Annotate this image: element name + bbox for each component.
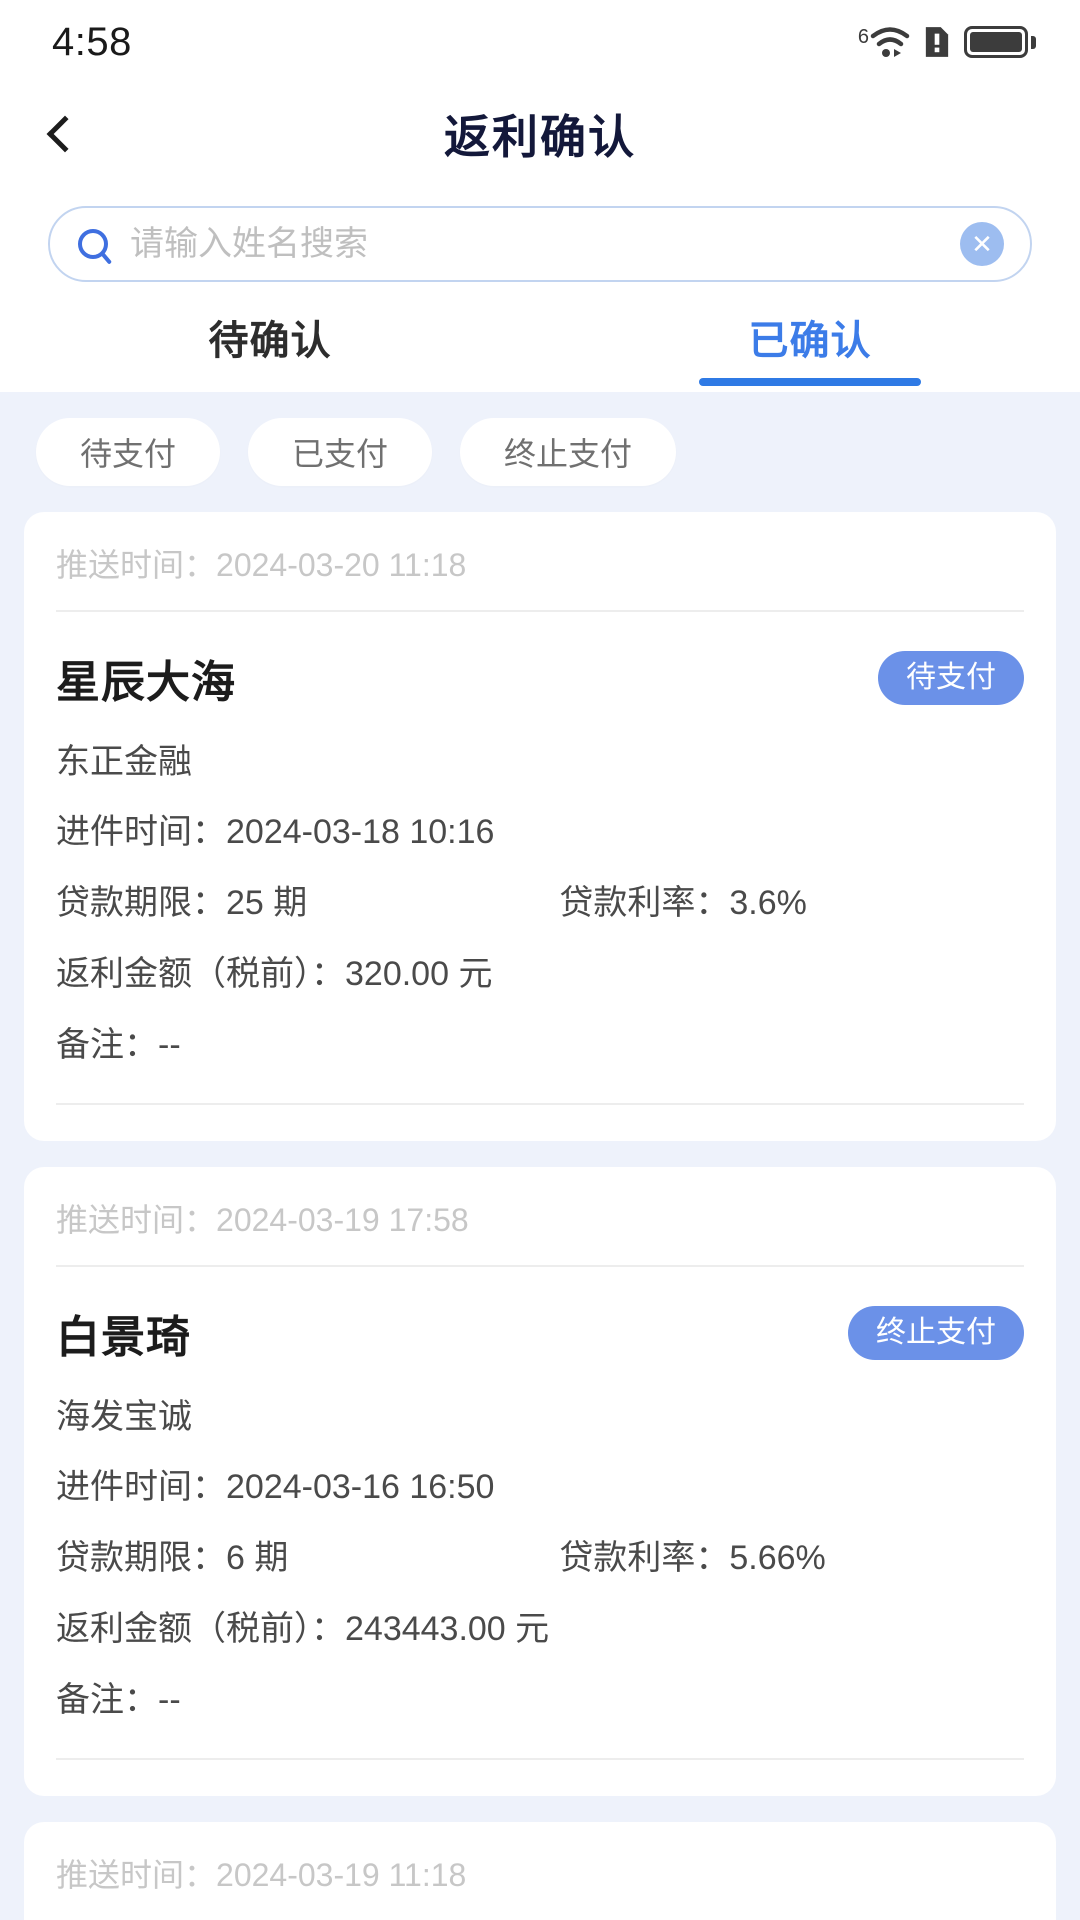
filter-chip-terminated-pay[interactable]: 终止支付 (460, 418, 677, 486)
loan-rate-label: 贷款利率： (559, 1539, 730, 1577)
loan-rate-cell: 贷款利率：3.6% (559, 875, 807, 924)
search-input[interactable] (130, 224, 960, 264)
tab-label: 已确认 (748, 319, 872, 363)
customer-name: 星辰大海 (56, 658, 236, 707)
tab-active-indicator (699, 378, 921, 386)
push-time-label: 推送时间： (56, 1202, 217, 1238)
tab-confirmed[interactable]: 已确认 (540, 282, 1080, 392)
app-screen: 4:58 6 返利确认 请输入姓名搜索 ✕ 待确认 已确认 待支付 已支付 终止… (0, 0, 1080, 1920)
rebate-row: 返利金额（税前）：243443.00 元 (56, 1590, 1024, 1661)
apply-time-label: 进件时间： (56, 1468, 226, 1506)
tab-label: 待确认 (208, 319, 332, 363)
rebate-value: 320.00 元 (345, 955, 493, 993)
record-card[interactable]: 推送时间：2024-03-19 17:58 白景琦 终止支付 海发宝诚 进件时间… (24, 1167, 1056, 1796)
back-button[interactable] (22, 84, 102, 184)
apply-time-row: 进件时间：2024-03-18 10:16 (56, 793, 1024, 864)
customer-row: 星辰大海 待支付 (56, 618, 1024, 728)
divider (56, 610, 1024, 612)
push-time-label: 推送时间： (56, 547, 217, 583)
chevron-left-icon (46, 115, 84, 153)
status-time: 4:58 (52, 19, 132, 64)
sim-alert-icon (925, 27, 949, 57)
company-name: 海发宝诚 (56, 1398, 192, 1436)
customer-row: 白景琦 终止支付 (56, 1273, 1024, 1383)
tab-bar: 待确认 已确认 (0, 282, 1080, 392)
remark-value: -- (158, 1026, 181, 1064)
wifi-glyph (870, 27, 910, 57)
apply-time-value: 2024-03-16 16:50 (226, 1468, 495, 1506)
remark-label: 备注： (56, 1026, 158, 1064)
status-badge: 终止支付 (848, 1306, 1024, 1360)
card-footer-space (56, 1760, 1024, 1786)
loan-rate-value: 5.66% (729, 1539, 826, 1577)
card-footer-space (56, 1105, 1024, 1131)
rebate-label: 返利金额（税前）： (56, 1610, 345, 1648)
search-icon (78, 229, 108, 259)
nav-bar: 返利确认 (0, 84, 1080, 184)
record-card[interactable]: 推送时间：2024-03-19 11:18 星辰大海 待支付 东正金融 进件时间… (24, 1822, 1056, 1920)
remark-value: -- (158, 1681, 181, 1719)
remark-row: 备注：-- (56, 1661, 1024, 1732)
push-time-value: 2024-03-19 11:18 (216, 1857, 467, 1893)
loan-rate-value: 3.6% (729, 884, 807, 922)
loan-rate-cell: 贷款利率：5.66% (559, 1530, 825, 1579)
record-card[interactable]: 推送时间：2024-03-20 11:18 星辰大海 待支付 东正金融 进件时间… (24, 512, 1056, 1141)
push-time-row: 推送时间：2024-03-19 17:58 (56, 1195, 1024, 1265)
loan-row: 贷款期限：6 期 贷款利率：5.66% (56, 1519, 1024, 1590)
push-time-label: 推送时间： (56, 1857, 217, 1893)
loan-term-value: 6 期 (226, 1539, 289, 1577)
clear-icon[interactable]: ✕ (960, 222, 1004, 266)
filter-chip-group: 待支付 已支付 终止支付 (0, 418, 1080, 512)
customer-name: 白景琦 (56, 1313, 191, 1362)
push-time-value: 2024-03-20 11:18 (216, 547, 467, 583)
remark-row: 备注：-- (56, 1006, 1024, 1077)
rebate-label: 返利金额（税前）： (56, 955, 345, 993)
rebate-value: 243443.00 元 (345, 1610, 550, 1648)
record-list[interactable]: 待支付 已支付 终止支付 推送时间：2024-03-20 11:18 星辰大海 … (0, 392, 1080, 1920)
loan-term-cell: 贷款期限：6 期 (56, 1530, 559, 1579)
divider (56, 1265, 1024, 1267)
apply-time-label: 进件时间： (56, 813, 226, 851)
loan-term-label: 贷款期限： (56, 1539, 226, 1577)
battery-icon (964, 26, 1036, 58)
status-icons: 6 (858, 25, 1036, 59)
push-time-row: 推送时间：2024-03-20 11:18 (56, 540, 1024, 610)
wifi-generation-label: 6 (857, 26, 869, 48)
loan-rate-label: 贷款利率： (559, 884, 730, 922)
loan-term-label: 贷款期限： (56, 884, 226, 922)
push-time-row: 推送时间：2024-03-19 11:18 (56, 1850, 1024, 1920)
loan-term-value: 25 期 (226, 884, 308, 922)
filter-chip-pending-pay[interactable]: 待支付 (36, 418, 221, 486)
loan-term-cell: 贷款期限：25 期 (56, 875, 559, 924)
apply-time-value: 2024-03-18 10:16 (226, 813, 495, 851)
page-title: 返利确认 (444, 111, 636, 163)
loan-row: 贷款期限：25 期 贷款利率：3.6% (56, 864, 1024, 935)
filter-chip-paid[interactable]: 已支付 (248, 418, 433, 486)
search-section: ✕ (0, 184, 1080, 282)
company-name: 东正金融 (56, 743, 192, 781)
tab-pending-confirm[interactable]: 待确认 (0, 282, 540, 392)
push-time-value: 2024-03-19 17:58 (216, 1202, 469, 1238)
search-bar[interactable]: ✕ (48, 206, 1032, 282)
status-badge: 待支付 (878, 651, 1024, 705)
remark-label: 备注： (56, 1681, 158, 1719)
rebate-row: 返利金额（税前）：320.00 元 (56, 935, 1024, 1006)
wifi-icon: 6 (858, 25, 910, 59)
apply-time-row: 进件时间：2024-03-16 16:50 (56, 1448, 1024, 1519)
status-bar: 4:58 6 (0, 0, 1080, 84)
